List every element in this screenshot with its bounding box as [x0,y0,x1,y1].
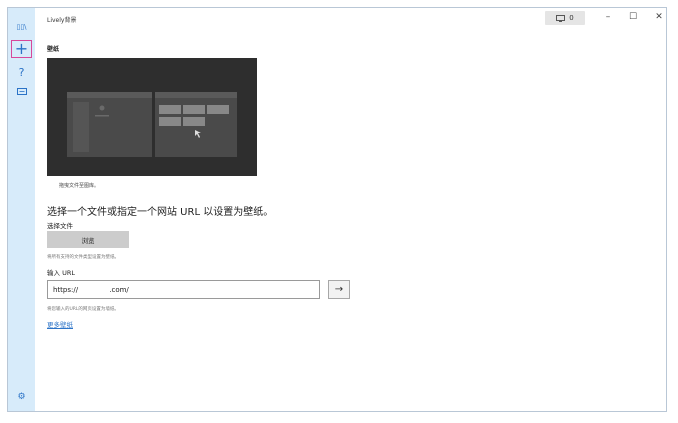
library-icon[interactable]: ▯▯\ [11,18,32,36]
browse-button[interactable]: 浏览 [47,231,129,248]
drop-zone-preview[interactable] [47,58,257,176]
arrow-right-icon: → [334,284,344,295]
app-window: ▯▯\ + ? ⚙ Lively背景 0 – ☐ ✕ 壁纸 拖曳文件至图库。 选… [7,7,667,412]
settings-gear-icon[interactable]: ⚙ [11,388,32,406]
file-label: 选择文件 [47,222,73,230]
url-label: 输入 URL [47,269,75,277]
url-input[interactable] [47,280,320,299]
url-hint: 将您输入的URL的网页设置为墙纸。 [47,307,119,312]
add-wallpaper-icon[interactable]: + [11,40,32,58]
page-heading: 选择一个文件或指定一个网站 URL 以设置为壁纸。 [47,207,274,218]
file-hint: 将所有支持的文件类型设置为壁纸。 [47,255,119,260]
section-title: 壁纸 [47,46,60,53]
chat-bubble-icon [16,88,27,95]
preview-caption: 拖曳文件至图库。 [59,183,100,189]
more-wallpapers-link[interactable]: 更多壁纸 [47,319,73,329]
main-content: 壁纸 拖曳文件至图库。 选择一个文件或指定一个网站 URL 以设置为壁纸。 选择… [47,8,666,411]
sidebar: ▯▯\ + ? ⚙ [8,8,35,411]
help-icon[interactable]: ? [11,63,32,81]
feedback-icon[interactable] [11,83,32,101]
go-url-button[interactable]: → [328,280,350,299]
preview-screenshot-image [47,58,257,176]
